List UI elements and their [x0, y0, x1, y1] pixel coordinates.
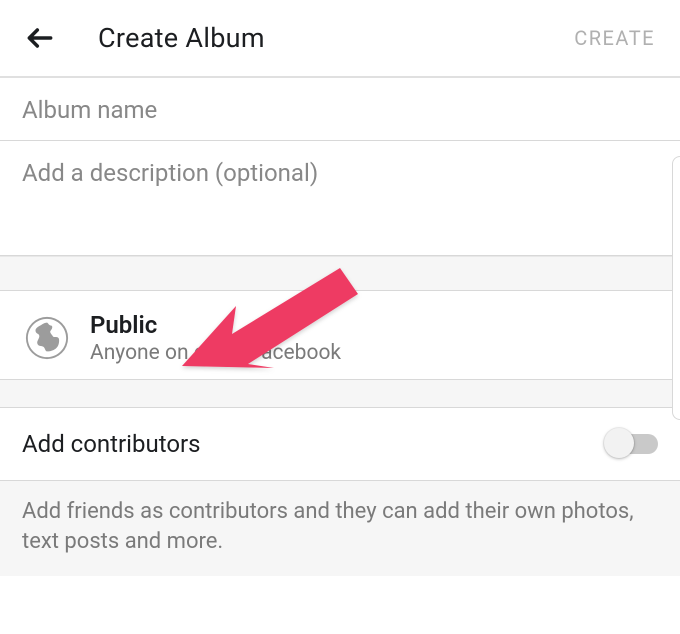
album-name-input[interactable]: [22, 96, 658, 124]
contributors-row: Add contributors: [0, 408, 680, 481]
back-arrow-icon: [24, 22, 56, 54]
privacy-row[interactable]: Public Anyone on or off Facebook: [0, 291, 680, 380]
privacy-subtitle: Anyone on or off Facebook: [90, 341, 341, 365]
page-title: Create Album: [98, 22, 265, 54]
contributors-toggle[interactable]: [606, 434, 658, 454]
section-gap: [0, 256, 680, 291]
album-name-field: [0, 78, 680, 141]
privacy-title: Public: [90, 311, 341, 339]
create-button[interactable]: CREATE: [574, 26, 660, 50]
section-gap-small: [0, 380, 680, 408]
description-input[interactable]: [22, 159, 658, 191]
contributors-help-text: Add friends as contributors and they can…: [0, 481, 680, 576]
contributors-label: Add contributors: [22, 430, 201, 458]
globe-icon: [24, 315, 70, 361]
privacy-texts: Public Anyone on or off Facebook: [90, 311, 341, 365]
header-bar: Create Album CREATE: [0, 0, 680, 78]
back-button[interactable]: [20, 18, 60, 58]
toggle-knob: [604, 428, 634, 458]
right-panel-edge: [672, 156, 680, 420]
description-field: [0, 141, 680, 256]
